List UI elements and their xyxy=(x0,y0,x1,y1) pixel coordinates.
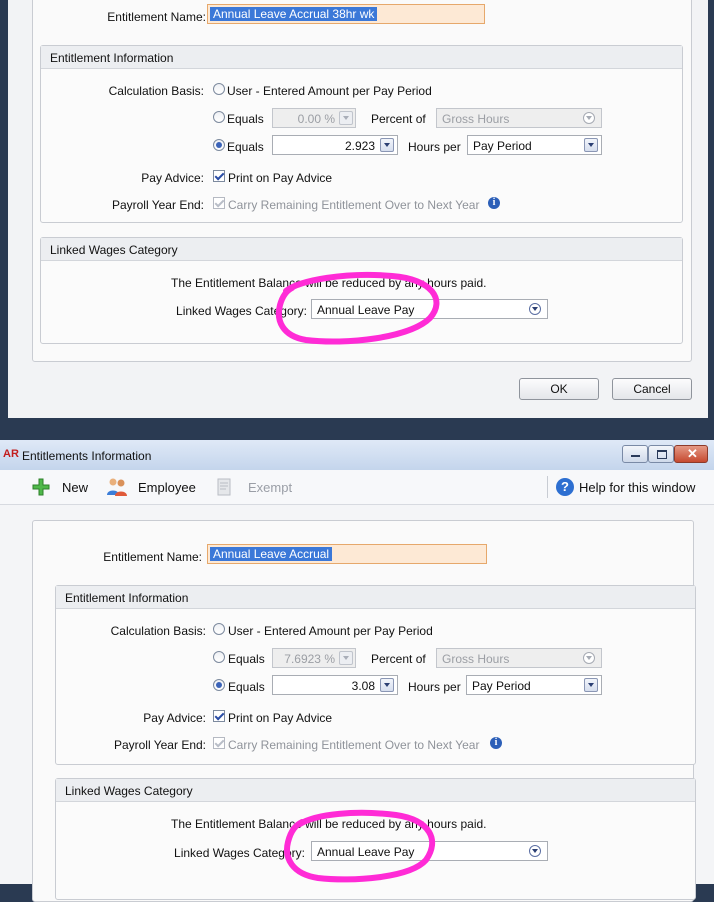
top-dialog: Entitlement Name: Annual Leave Accrual 3… xyxy=(8,0,708,418)
window-title: Entitlements Information xyxy=(22,449,152,463)
chevron-down-icon[interactable] xyxy=(380,678,394,692)
toolbar: New Employee Exempt ? Help for this wind… xyxy=(0,470,714,505)
exempt-button[interactable]: Exempt xyxy=(216,477,296,497)
hours-per-select[interactable]: Pay Period xyxy=(466,675,602,695)
info-icon[interactable]: i xyxy=(490,737,502,749)
equals-label: Equals xyxy=(228,652,265,666)
user-entered-label: User - Entered Amount per Pay Period xyxy=(227,84,432,98)
hours-per-label: Hours per xyxy=(408,680,461,694)
payroll-year-end-label: Payroll Year End: xyxy=(111,198,204,212)
bottom-window: AR Entitlements Information ✕ New Employ… xyxy=(0,440,714,902)
percent-of-select[interactable]: Gross Hours xyxy=(436,108,602,128)
user-entered-label: User - Entered Amount per Pay Period xyxy=(228,624,433,638)
hours-per-label: Hours per xyxy=(408,140,461,154)
pay-advice-label: Pay Advice: xyxy=(141,171,204,185)
equals-label: Equals xyxy=(227,112,264,126)
balance-note: The Entitlement Balance will be reduced … xyxy=(171,276,487,290)
percent-field[interactable]: 7.6923 % xyxy=(272,648,356,668)
linked-wages-category-select[interactable]: Annual Leave Pay xyxy=(311,841,548,861)
maximize-button[interactable] xyxy=(648,445,674,463)
maximize-icon xyxy=(657,450,667,459)
document-icon xyxy=(217,478,231,496)
chevron-down-icon[interactable] xyxy=(584,678,598,692)
entitlement-name-field[interactable]: Annual Leave Accrual 38hr wk xyxy=(207,4,485,24)
calculation-basis-label: Calculation Basis: xyxy=(108,84,204,98)
chevron-down-icon[interactable] xyxy=(380,138,394,152)
dropdown-icon[interactable] xyxy=(529,845,541,857)
equals-percent-radio[interactable] xyxy=(213,111,225,123)
print-on-pay-advice-checkbox[interactable] xyxy=(213,170,225,182)
app-badge: AR xyxy=(3,448,19,460)
user-entered-radio[interactable] xyxy=(213,623,225,635)
percent-of-select[interactable]: Gross Hours xyxy=(436,648,602,668)
equals-label: Equals xyxy=(227,140,264,154)
people-icon xyxy=(107,478,127,496)
cancel-button[interactable]: Cancel xyxy=(612,378,692,400)
linked-wages-category-label: Linked Wages Category: xyxy=(176,304,307,318)
entitlement-name-field[interactable]: Annual Leave Accrual xyxy=(207,544,487,564)
plus-icon xyxy=(32,478,50,496)
dropdown-icon[interactable] xyxy=(583,652,595,664)
payroll-year-end-label: Payroll Year End: xyxy=(113,738,206,752)
linked-wages-section: Linked Wages Category xyxy=(55,778,696,900)
percent-of-label: Percent of xyxy=(371,652,426,666)
minimize-button[interactable] xyxy=(622,445,648,463)
dropdown-icon[interactable] xyxy=(529,303,541,315)
entitlement-information-section: Entitlement Information xyxy=(40,45,683,223)
help-icon: ? xyxy=(556,478,574,496)
percent-of-label: Percent of xyxy=(371,112,426,126)
balance-note: The Entitlement Balance will be reduced … xyxy=(171,817,487,831)
hours-per-select[interactable]: Pay Period xyxy=(467,135,602,155)
carry-remaining-label: Carry Remaining Entitlement Over to Next… xyxy=(228,198,480,212)
user-entered-radio[interactable] xyxy=(213,83,225,95)
section-title: Linked Wages Category xyxy=(50,243,178,257)
close-icon: ✕ xyxy=(687,446,698,461)
new-button[interactable]: New xyxy=(32,477,92,497)
percent-field[interactable]: 0.00 % xyxy=(272,108,356,128)
pay-advice-label: Pay Advice: xyxy=(143,711,206,725)
carry-remaining-label: Carry Remaining Entitlement Over to Next… xyxy=(228,738,480,752)
section-title: Entitlement Information xyxy=(50,51,174,65)
ok-button[interactable]: OK xyxy=(519,378,599,400)
hours-field[interactable]: 2.923 xyxy=(272,135,398,155)
entitlement-name-label: Entitlement Name: xyxy=(107,10,206,24)
dropdown-icon[interactable] xyxy=(583,112,595,124)
section-title: Linked Wages Category xyxy=(65,784,193,798)
close-button[interactable]: ✕ xyxy=(674,445,708,463)
print-on-pay-advice-checkbox[interactable] xyxy=(213,710,225,722)
hours-field[interactable]: 3.08 xyxy=(272,675,398,695)
carry-remaining-checkbox[interactable] xyxy=(213,737,225,749)
print-on-pay-advice-label: Print on Pay Advice xyxy=(228,171,333,185)
carry-remaining-checkbox[interactable] xyxy=(213,197,225,209)
linked-wages-category-select[interactable]: Annual Leave Pay xyxy=(311,299,548,319)
info-icon[interactable]: i xyxy=(488,197,500,209)
equals-hours-radio[interactable] xyxy=(213,679,225,691)
separator xyxy=(547,476,548,498)
equals-hours-radio[interactable] xyxy=(213,139,225,151)
equals-percent-radio[interactable] xyxy=(213,651,225,663)
print-on-pay-advice-label: Print on Pay Advice xyxy=(228,711,333,725)
chevron-down-icon[interactable] xyxy=(584,138,598,152)
title-bar: AR Entitlements Information ✕ xyxy=(0,440,714,471)
calculation-basis-label: Calculation Basis: xyxy=(110,624,206,638)
employee-button[interactable]: Employee xyxy=(106,477,201,497)
linked-wages-section: Linked Wages Category xyxy=(40,237,683,344)
chevron-down-icon[interactable] xyxy=(339,111,353,125)
chevron-down-icon[interactable] xyxy=(339,651,353,665)
help-button[interactable]: ? Help for this window xyxy=(556,477,706,497)
entitlement-name-label: Entitlement Name: xyxy=(103,550,202,564)
section-title: Entitlement Information xyxy=(65,591,189,605)
linked-wages-category-label: Linked Wages Category: xyxy=(174,846,305,860)
equals-label: Equals xyxy=(228,680,265,694)
minimize-icon xyxy=(631,455,640,457)
